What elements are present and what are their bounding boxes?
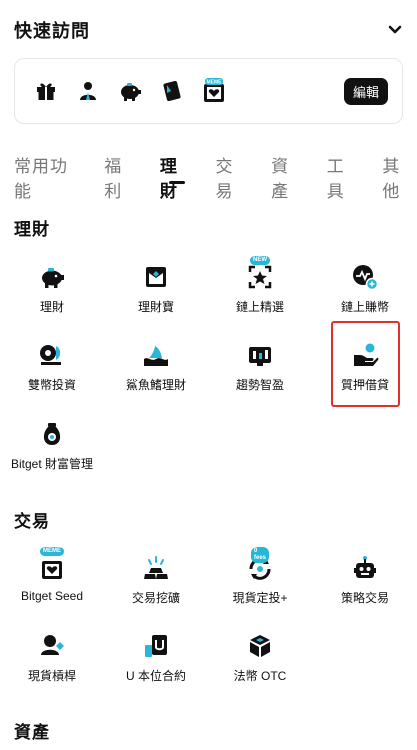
trade-item-bitget-seed[interactable]: MEME Bitget Seed [0, 547, 104, 609]
trade-item-recurring-buy[interactable]: 0 fees 現貨定投+ [208, 547, 312, 609]
highlight-box [331, 321, 400, 407]
wealth-item-earn[interactable]: 理財 [0, 262, 104, 318]
wealth-item-trend[interactable]: 趨勢智盈 [208, 340, 312, 396]
recurring-icon: 0 fees [245, 547, 275, 583]
item-label: Bitget Seed [20, 589, 84, 603]
piggy-bank-icon [37, 262, 67, 292]
chain-earn-icon [350, 262, 380, 292]
quick-access-card: MEME 編輯 [14, 58, 403, 124]
tab-other[interactable]: 其他 [382, 152, 417, 201]
item-label: 現貨槓桿 [27, 669, 76, 683]
item-label: 交易挖礦 [131, 591, 180, 605]
wealth-item-dual-investment[interactable]: 雙幣投資 [0, 340, 104, 396]
cube-icon [245, 631, 275, 661]
dual-coin-icon [37, 340, 67, 370]
usdt-futures-icon [141, 631, 171, 661]
trade-item-strategy[interactable]: 策略交易 [313, 553, 417, 609]
trend-icon [245, 340, 275, 370]
tab-wealth[interactable]: 理財 [160, 152, 195, 201]
tablet-icon[interactable] [159, 78, 185, 104]
tab-assets[interactable]: 資產 [271, 152, 306, 201]
meme-icon[interactable]: MEME [201, 78, 227, 104]
wealth-item-onchain-earn[interactable]: 鏈上賺幣 [313, 262, 417, 318]
tab-rewards[interactable]: 福利 [104, 152, 139, 201]
shark-fin-icon [141, 340, 171, 370]
tab-frequent[interactable]: 常用功能 [14, 152, 83, 201]
tab-trade[interactable]: 交易 [216, 152, 251, 201]
tab-tools[interactable]: 工具 [327, 152, 362, 201]
wealth-item-savings[interactable]: 理財寶 [104, 262, 208, 318]
chevron-down-icon[interactable] [386, 21, 404, 39]
trade-item-mining[interactable]: 交易挖礦 [104, 553, 208, 609]
star-frame-icon: NEW [245, 256, 275, 292]
gold-bars-icon [141, 553, 171, 583]
section-title-trade: 交易 [14, 512, 50, 531]
item-label: 理財 [39, 300, 64, 314]
gift-icon[interactable] [33, 78, 59, 104]
meme-badge-text: MEME [207, 80, 223, 86]
section-title-assets: 資產 [14, 723, 50, 742]
quick-access-header: 快速訪問 [14, 16, 404, 44]
item-label: 鏈上賺幣 [340, 300, 389, 314]
trade-item-fiat-otc[interactable]: 法幣 OTC [208, 631, 312, 687]
item-label: U 本位合約 [125, 669, 186, 683]
trade-item-spot-margin[interactable]: 現貨槓桿 [0, 631, 104, 687]
quick-access-icons: MEME [33, 78, 344, 104]
wealth-item-wealth-management[interactable]: Bitget 財富管理 [0, 419, 104, 475]
category-tabs: 常用功能 福利 理財 交易 資產 工具 其他 [14, 152, 417, 201]
edit-button[interactable]: 編輯 [343, 77, 388, 105]
item-label: 理財寶 [137, 300, 174, 314]
item-label: 雙幣投資 [27, 378, 76, 392]
trade-item-usdt-futures[interactable]: U 本位合約 [104, 631, 208, 687]
new-badge: NEW [250, 256, 270, 265]
wealth-item-onchain-picks[interactable]: NEW 鏈上精選 [208, 256, 312, 318]
item-label: 鏈上精選 [235, 300, 284, 314]
item-label: 鯊魚鰭理財 [125, 378, 186, 392]
item-label: Bitget 財富管理 [10, 457, 94, 471]
advisor-icon[interactable] [75, 78, 101, 104]
meme-seed-icon: MEME [37, 547, 67, 583]
robot-icon [350, 553, 380, 583]
item-label: 策略交易 [340, 591, 389, 605]
item-label: 趨勢智盈 [235, 378, 284, 392]
piggy-bank-icon[interactable] [117, 78, 143, 104]
treasure-icon [141, 262, 171, 292]
spot-margin-icon [37, 631, 67, 661]
meme-badge: MEME [40, 547, 64, 556]
page-title: 快速訪問 [14, 21, 90, 41]
zero-fees-badge: 0 fees [251, 547, 269, 563]
item-label: 法幣 OTC [233, 669, 287, 683]
item-label: 現貨定投+ [232, 591, 288, 605]
money-bag-icon [37, 419, 67, 449]
section-title-wealth: 理財 [14, 220, 50, 239]
wealth-item-shark-fin[interactable]: 鯊魚鰭理財 [104, 340, 208, 396]
